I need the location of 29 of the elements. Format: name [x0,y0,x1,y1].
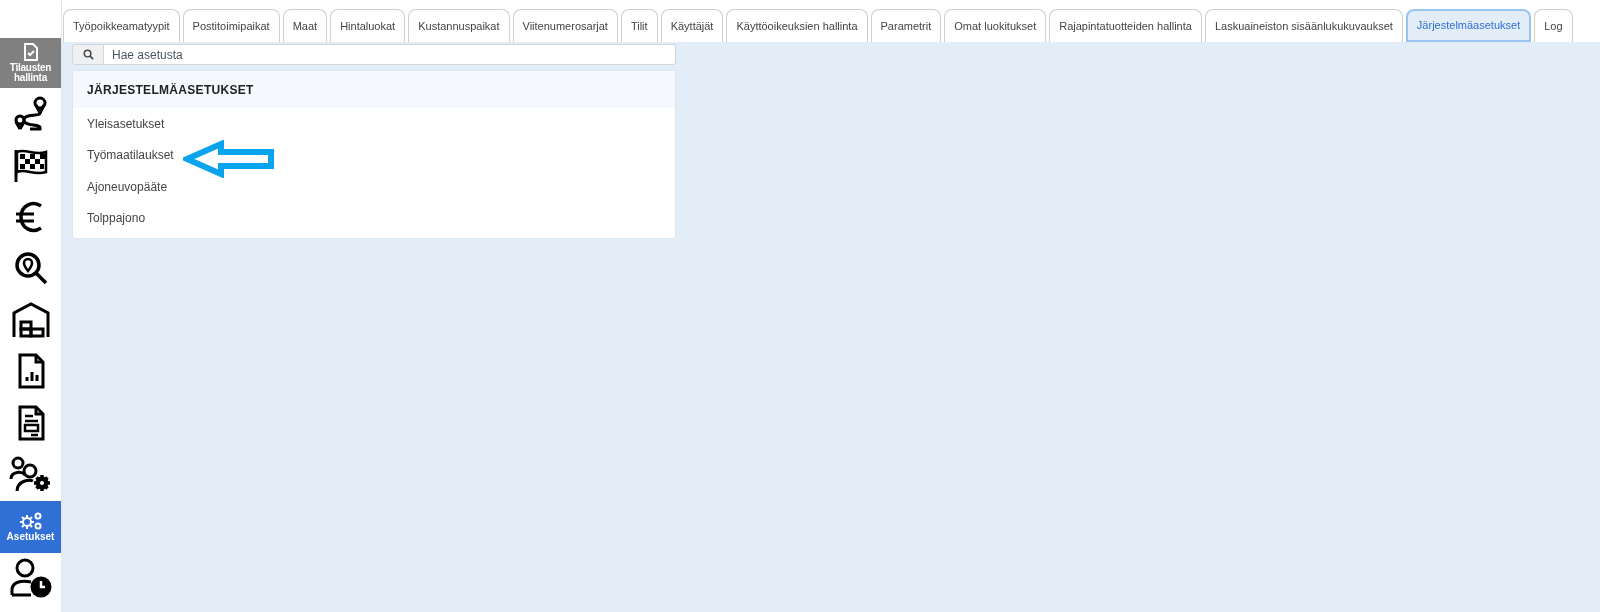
settings-link[interactable]: Työmaatilaukset [87,146,174,165]
warehouse-icon [10,300,51,339]
tab[interactable]: Hintaluokat [330,9,406,42]
nav-item[interactable]: Asetukset [0,501,61,553]
gears-icon [18,510,43,531]
panel-title: JÄRJESTELMÄASETUKSET [87,81,254,99]
tab[interactable]: Käyttöoikeuksien hallinta [726,9,868,42]
tab[interactable]: Tilit [620,9,658,42]
settings-link[interactable]: Yleisasetukset [87,114,165,133]
tab[interactable]: Viitenumerosarjat [512,9,618,42]
document-check-icon [22,43,39,61]
tab[interactable]: Työpoikkeamatyypit [63,9,180,42]
tab[interactable]: Parametrit [870,9,942,42]
tab[interactable]: Maat [282,9,328,42]
tab[interactable]: Omat luokitukset [944,9,1047,42]
tab[interactable]: Kustannuspaikat [408,9,510,42]
search-field[interactable]: Hae asetusta [104,44,676,65]
module-button[interactable]: Tilausten hallinta [0,38,61,88]
tab[interactable]: Käyttäjät [660,9,724,42]
settings-link[interactable]: Ajoneuvopääte [87,177,168,196]
tab[interactable]: Postitoimipaikat [182,9,280,42]
tab[interactable]: Laskuaineiston sisäänlukukuvaukset [1204,9,1403,42]
tab[interactable]: Log [1534,9,1573,42]
user-settings-icon [8,455,53,494]
tab[interactable]: Järjestelmäasetukset [1405,9,1532,42]
user-clock-icon [8,558,53,599]
search-icon [82,49,94,60]
settings-link[interactable]: Tolppajono [87,209,146,228]
tab[interactable]: Rajapintatuotteiden hallinta [1049,9,1202,42]
